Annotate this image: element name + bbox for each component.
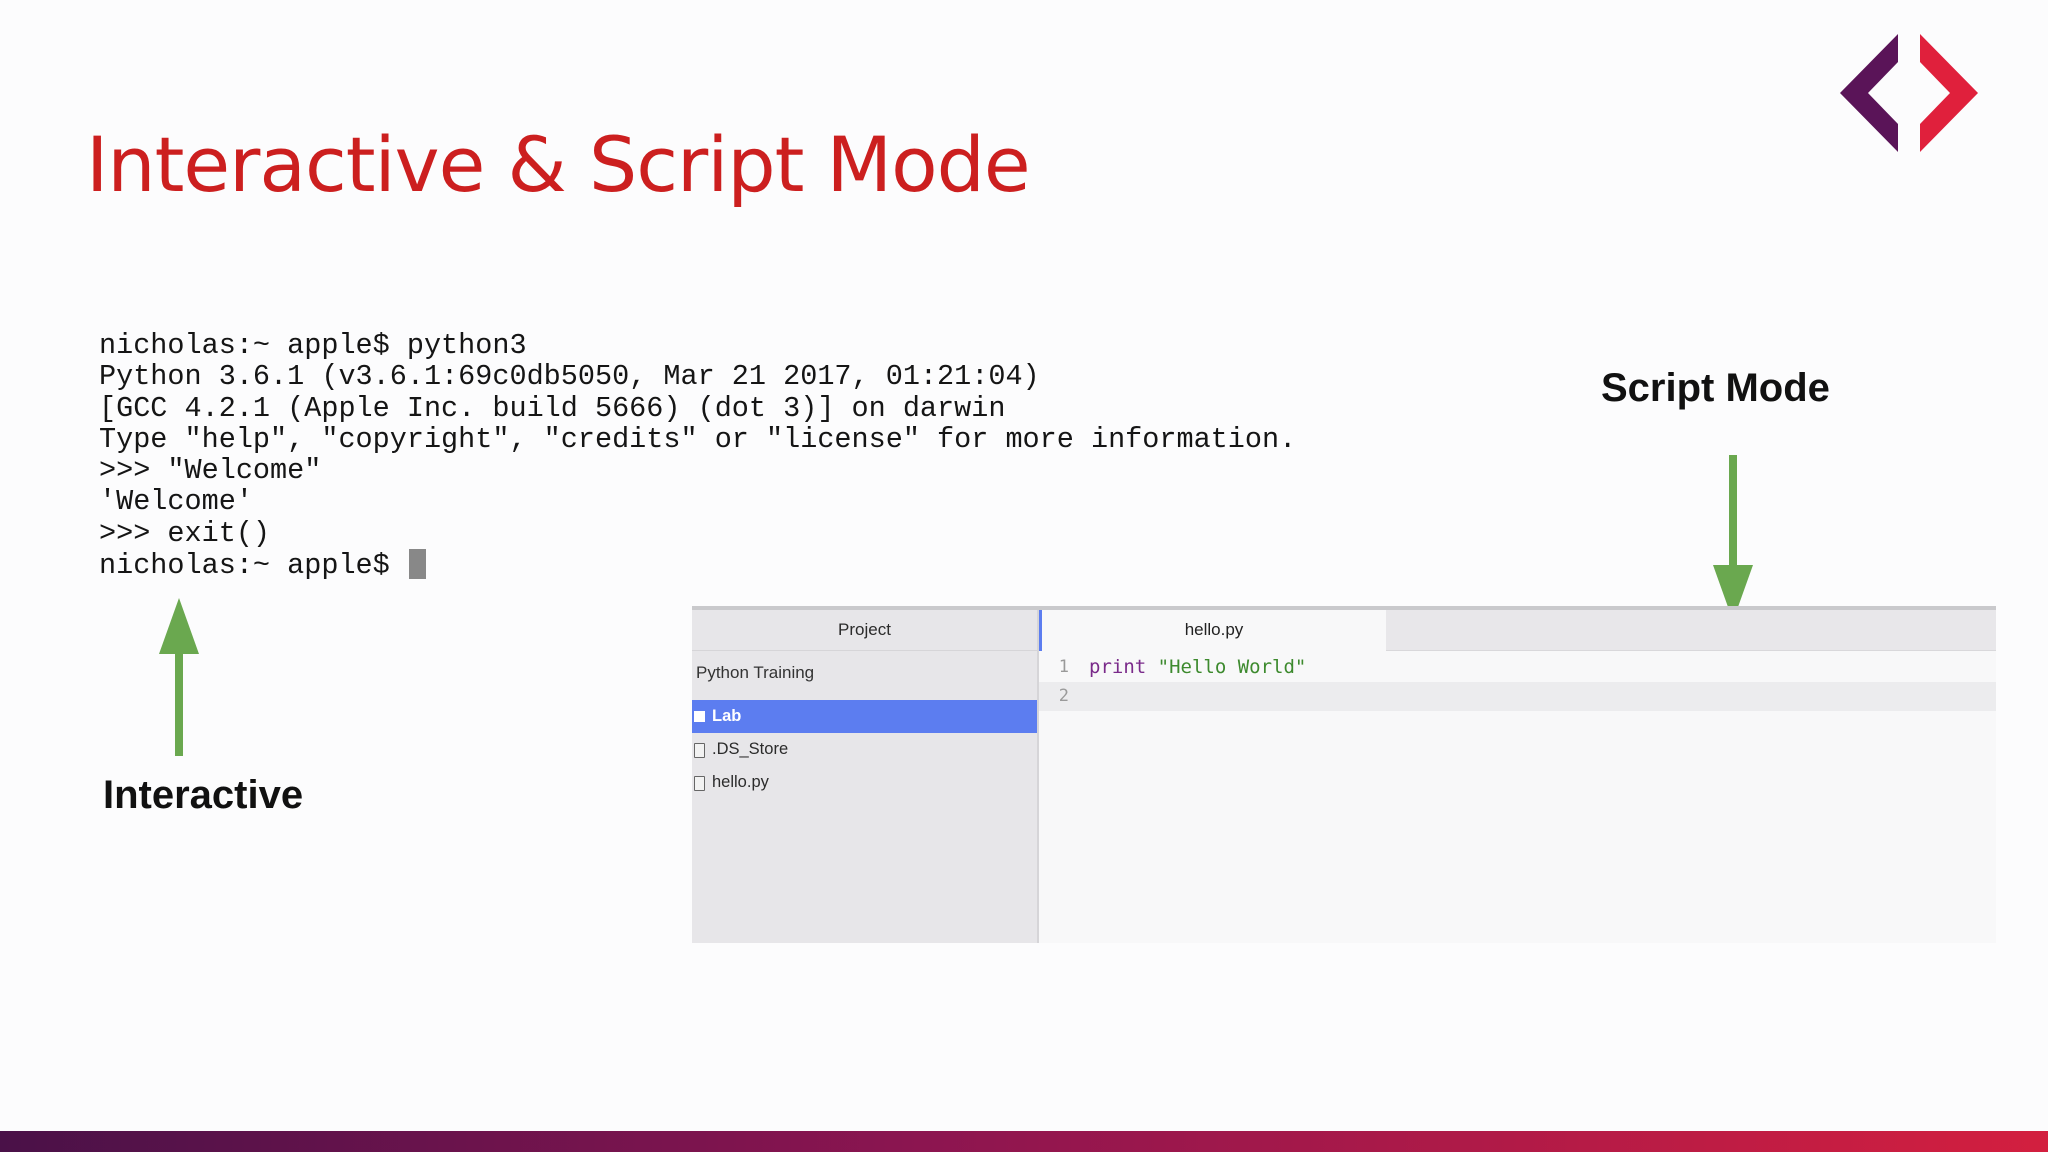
terminal-line: 'Welcome'	[99, 485, 253, 519]
arrow-down-icon	[1713, 455, 1753, 621]
code-line-current: 2	[1039, 682, 1996, 711]
tree-item-label: hello.py	[712, 773, 769, 791]
code-keyword: print	[1089, 656, 1147, 678]
terminal-prompt: nicholas:~ apple$	[99, 549, 407, 583]
terminal-output: nicholas:~ apple$ python3 Python 3.6.1 (…	[99, 329, 1297, 583]
project-root[interactable]: Python Training	[692, 653, 1037, 693]
tab-project[interactable]: Project	[692, 610, 1037, 651]
file-icon	[694, 743, 705, 758]
tree-item-hello-py[interactable]: hello.py	[692, 766, 1037, 799]
code-area[interactable]: 1 print "Hello World" 2	[1039, 651, 1996, 711]
brand-logo	[1840, 34, 1978, 152]
tree-item-label: .DS_Store	[712, 740, 789, 758]
arrow-up-icon	[159, 598, 199, 756]
terminal-line: >>> "Welcome"	[99, 454, 322, 488]
code-line: 1 print "Hello World"	[1039, 653, 1996, 682]
logo-right-chevron	[1920, 34, 1978, 152]
terminal-cursor	[408, 549, 426, 580]
terminal-prompt-line[interactable]: nicholas:~ apple$	[99, 549, 1296, 583]
editor-main: hello.py 1 print "Hello World" 2	[1039, 610, 1996, 943]
terminal-line: Python 3.6.1 (v3.6.1:69c0db5050, Mar 21 …	[99, 360, 1040, 394]
logo-left-chevron	[1840, 34, 1898, 152]
tree-item-lab[interactable]: Lab	[692, 700, 1037, 733]
tree-item-label: Lab	[712, 707, 742, 725]
line-number: 2	[1058, 686, 1069, 706]
footer-gradient-bar	[0, 1131, 2048, 1152]
code-editor-window: Project Python Training Lab .DS_Store he…	[692, 606, 1996, 943]
terminal-line: nicholas:~ apple$ python3	[99, 329, 527, 362]
terminal-line: [GCC 4.2.1 (Apple Inc. build 5666) (dot …	[99, 391, 1006, 425]
tree-item-ds-store[interactable]: .DS_Store	[692, 733, 1037, 766]
code-text: print "Hello World"	[1089, 653, 1306, 682]
project-sidebar: Project Python Training Lab .DS_Store he…	[692, 610, 1039, 943]
line-number: 1	[1058, 657, 1069, 677]
editor-tab-bar: hello.py	[1039, 610, 1996, 651]
interactive-label: Interactive	[103, 773, 304, 817]
terminal-line: Type "help", "copyright", "credits" or "…	[99, 422, 1297, 456]
tab-hello-py[interactable]: hello.py	[1039, 610, 1386, 651]
slide-title: Interactive & Script Mode	[86, 120, 1031, 209]
code-string: "Hello World"	[1157, 656, 1307, 678]
folder-icon	[694, 711, 705, 722]
file-icon	[694, 776, 705, 791]
terminal-line: >>> exit()	[99, 516, 271, 550]
script-mode-label: Script Mode	[1601, 366, 1830, 410]
